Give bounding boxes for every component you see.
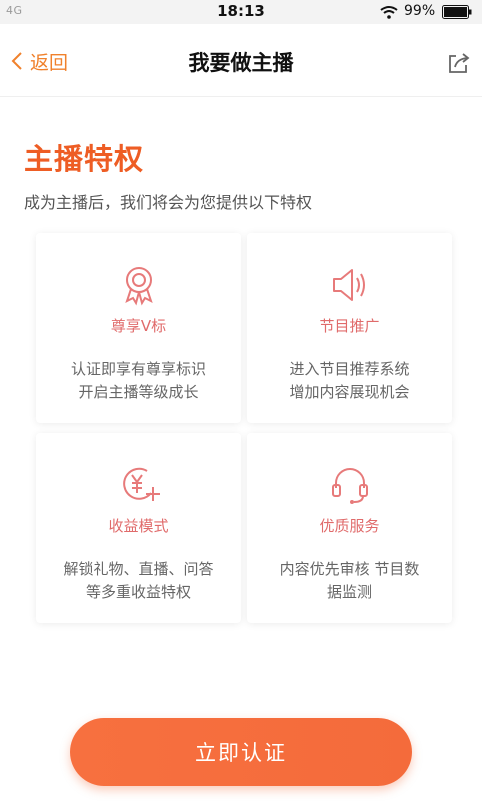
headset-icon <box>331 468 368 504</box>
description-line: 开启主播等级成长 <box>78 383 199 401</box>
battery-icon <box>442 5 472 19</box>
nav-bar: 返回 我要做主播 <box>0 24 482 97</box>
yuan-plus-icon <box>122 467 160 501</box>
privilege-description: 解锁礼物、直播、问答 等多重收益特权 <box>46 558 231 604</box>
description-line: 解锁礼物、直播、问答 <box>63 560 214 578</box>
privileges-heading: 主播特权 <box>24 142 145 176</box>
privilege-card-revenue: 收益模式 解锁礼物、直播、问答 等多重收益特权 <box>36 433 241 623</box>
description-line: 进入节目推荐系统 <box>289 360 410 378</box>
share-icon[interactable] <box>446 50 472 76</box>
privilege-card-promotion: 节目推广 进入节目推荐系统 增加内容展现机会 <box>247 233 452 423</box>
privilege-description: 内容优先审核 节目数 据监测 <box>257 558 442 604</box>
privileges-subtitle: 成为主播后，我们将会为您提供以下特权 <box>24 193 313 212</box>
privilege-title: 收益模式 <box>108 517 169 535</box>
page-title: 我要做主播 <box>188 51 294 75</box>
description-line: 等多重收益特权 <box>85 583 191 601</box>
privilege-title: 优质服务 <box>319 517 380 535</box>
back-label: 返回 <box>30 51 69 74</box>
privilege-card-v-badge: 尊享V标 认证即享有尊享标识 开启主播等级成长 <box>36 233 241 423</box>
description-line: 增加内容展现机会 <box>289 383 410 401</box>
wifi-icon <box>380 6 398 19</box>
back-button[interactable]: 返回 <box>10 48 68 74</box>
privilege-card-service: 优质服务 内容优先审核 节目数 据监测 <box>247 433 452 623</box>
chevron-left-icon <box>11 52 22 70</box>
privilege-title: 节目推广 <box>319 317 380 335</box>
description-line: 据监测 <box>326 583 372 601</box>
status-bar: 4G 18:13 99% <box>0 0 482 24</box>
battery-percent: 99% <box>404 3 436 19</box>
certify-now-button[interactable]: 立即认证 <box>70 718 412 786</box>
privilege-description: 进入节目推荐系统 增加内容展现机会 <box>257 358 442 404</box>
badge-icon <box>124 267 153 306</box>
privilege-title: 尊享V标 <box>110 317 167 335</box>
description-line: 认证即享有尊享标识 <box>70 360 206 378</box>
description-line: 内容优先审核 节目数 <box>279 560 420 578</box>
privilege-description: 认证即享有尊享标识 开启主播等级成长 <box>46 358 231 404</box>
speaker-icon <box>332 269 365 301</box>
